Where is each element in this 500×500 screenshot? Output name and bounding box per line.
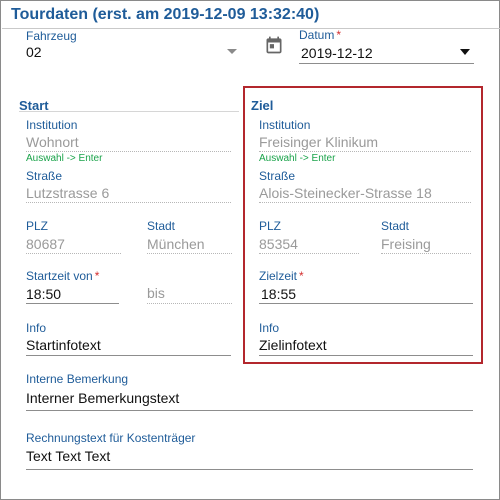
tourdaten-panel: Tourdaten (erst. am 2019-12-09 13:32:40)… (0, 0, 500, 500)
ziel-institution-underline (259, 151, 471, 152)
start-info-input[interactable]: Startinfotext (26, 337, 101, 353)
datum-value: 2019-12-12 (301, 45, 373, 61)
required-marker: * (336, 28, 342, 42)
ziel-stadt-input[interactable]: Freising (381, 236, 431, 252)
chevron-down-icon (460, 49, 470, 55)
datum-label-text: Datum (299, 28, 335, 42)
start-plz-underline (26, 253, 121, 254)
ziel-info-underline (259, 355, 473, 356)
ziel-info-label: Info (259, 321, 280, 335)
startzeit-underline (26, 303, 119, 304)
start-info-underline (26, 355, 231, 356)
zielzeit-label: Zielzeit * (259, 269, 304, 283)
startzeit-label: Startzeit von * (26, 269, 99, 283)
start-plz-label: PLZ (26, 219, 49, 233)
required-marker: * (94, 269, 100, 283)
datum-label: Datum * (299, 28, 341, 42)
start-stadt-label: Stadt (147, 219, 176, 233)
fahrzeug-label: Fahrzeug (26, 29, 77, 43)
start-stadt-underline (147, 253, 232, 254)
ziel-plz-input[interactable]: 85354 (259, 236, 298, 252)
start-institution-underline (26, 151, 231, 152)
rechnungstext-underline (26, 469, 473, 470)
start-strasse-underline (26, 202, 231, 203)
interne-bemerkung-label: Interne Bemerkung (26, 372, 129, 386)
start-info-label: Info (26, 321, 47, 335)
ziel-institution-label: Institution (259, 118, 311, 132)
chevron-down-icon (227, 49, 237, 54)
ziel-strasse-underline (259, 202, 471, 203)
ziel-info-input[interactable]: Zielinfotext (259, 337, 327, 353)
start-institution-input[interactable]: Wohnort (26, 134, 79, 150)
fahrzeug-value: 02 (26, 44, 42, 60)
interne-bemerkung-input[interactable]: Interner Bemerkungstext (26, 390, 179, 406)
ziel-heading: Ziel (251, 98, 274, 113)
startzeit-input[interactable]: 18:50 (26, 286, 61, 302)
fahrzeug-select[interactable]: 02 (26, 43, 242, 65)
zielzeit-input[interactable]: 18:55 (261, 286, 296, 302)
ziel-plz-underline (259, 253, 359, 254)
datum-select[interactable]: 2019-12-12 (299, 43, 474, 65)
start-institution-label: Institution (26, 118, 78, 132)
zielzeit-underline (259, 303, 473, 304)
required-marker: * (299, 269, 304, 283)
calendar-icon[interactable] (264, 35, 284, 55)
ziel-strasse-label: Straße (259, 169, 296, 183)
bis-underline (147, 303, 232, 304)
start-strasse-label: Straße (26, 169, 63, 183)
zielzeit-label-text: Zielzeit (259, 269, 298, 283)
start-strasse-input[interactable]: Lutzstrasse 6 (26, 185, 109, 201)
start-heading-divider (19, 111, 239, 112)
bis-input[interactable]: bis (147, 285, 165, 301)
ziel-stadt-label: Stadt (381, 219, 410, 233)
rechnungstext-input[interactable]: Text Text Text (26, 448, 110, 464)
rechnungstext-label: Rechnungstext für Kostenträger (26, 431, 196, 445)
datum-underline (299, 63, 474, 64)
start-institution-hint: Auswahl -> Enter (26, 153, 103, 164)
page-title: Tourdaten (erst. am 2019-12-09 13:32:40) (11, 6, 320, 23)
ziel-stadt-underline (381, 253, 471, 254)
start-plz-input[interactable]: 80687 (26, 236, 65, 252)
ziel-strasse-input[interactable]: Alois-Steinecker-Strasse 18 (259, 185, 432, 201)
interne-bemerkung-underline (26, 410, 473, 411)
ziel-institution-input[interactable]: Freisinger Klinikum (259, 134, 378, 150)
ziel-institution-hint: Auswahl -> Enter (259, 153, 336, 164)
startzeit-label-text: Startzeit von (26, 269, 93, 283)
start-stadt-input[interactable]: München (147, 236, 205, 252)
ziel-plz-label: PLZ (259, 219, 282, 233)
